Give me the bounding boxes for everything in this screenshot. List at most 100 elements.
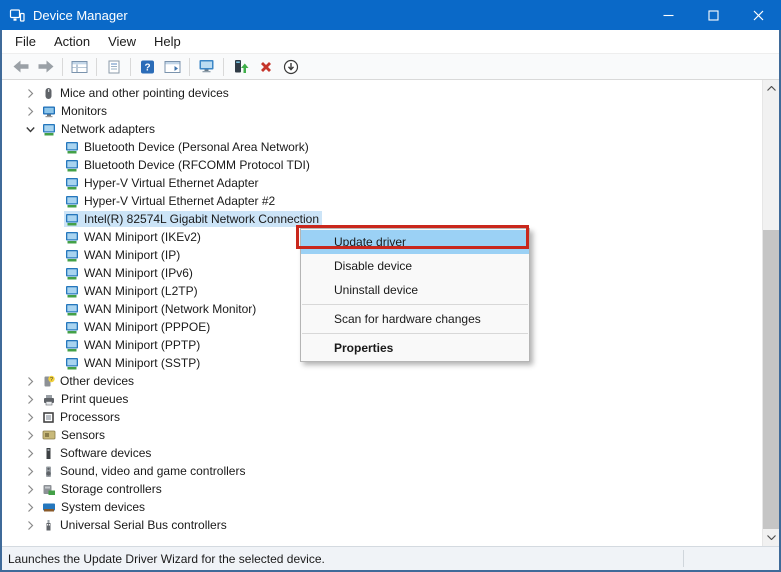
tree-item-content[interactable]: Hyper-V Virtual Ethernet Adapter	[64, 175, 262, 191]
scrollbar-thumb[interactable]	[763, 230, 779, 529]
tree-item-content[interactable]: Software devices	[41, 445, 154, 461]
menu-file[interactable]: File	[6, 31, 45, 52]
tree-item-content[interactable]: Universal Serial Bus controllers	[41, 517, 230, 533]
scan-hardware-button[interactable]	[278, 55, 303, 78]
network-adapter-icon	[65, 141, 79, 154]
tree-item-content[interactable]: Sound, video and game controllers	[41, 463, 248, 479]
forward-button[interactable]	[33, 55, 58, 78]
tree-item-content-selected[interactable]: Intel(R) 82574L Gigabit Network Connecti…	[64, 211, 323, 227]
scroll-up-icon	[766, 86, 776, 91]
remote-computer-button[interactable]	[194, 55, 219, 78]
tree-item[interactable]: Storage controllers	[2, 480, 762, 498]
tree-item-label: WAN Miniport (IPv6)	[84, 266, 193, 280]
context-menu-disable-device[interactable]: Disable device	[301, 254, 529, 278]
tree-item-content[interactable]: Print queues	[41, 391, 131, 407]
tree-item-content[interactable]: WAN Miniport (Network Monitor)	[64, 301, 259, 317]
tree-item-content[interactable]: WAN Miniport (L2TP)	[64, 283, 201, 299]
tree-item-content[interactable]: Monitors	[41, 103, 110, 119]
context-menu-scan-for-hardware-changes[interactable]: Scan for hardware changes	[301, 307, 529, 331]
network-adapter-icon	[42, 123, 56, 136]
menu-help[interactable]: Help	[145, 31, 190, 52]
tree-item-content[interactable]: ? Other devices	[41, 373, 137, 389]
update-driver-button[interactable]	[228, 55, 253, 78]
context-menu-uninstall-device[interactable]: Uninstall device	[301, 278, 529, 302]
action-pane-button[interactable]	[160, 55, 185, 78]
tree-item-content[interactable]: Hyper-V Virtual Ethernet Adapter #2	[64, 193, 278, 209]
help-button[interactable]: ?	[135, 55, 160, 78]
tree-item[interactable]: ? Other devices	[2, 372, 762, 390]
chevron-right-icon[interactable]	[26, 448, 41, 458]
properties-list-icon	[107, 60, 121, 74]
back-button[interactable]	[8, 55, 33, 78]
svg-text:?: ?	[50, 377, 53, 383]
menu-view[interactable]: View	[99, 31, 145, 52]
chevron-right-icon[interactable]	[26, 88, 41, 98]
tree-item-label: Bluetooth Device (Personal Area Network)	[84, 140, 309, 154]
chevron-right-icon[interactable]	[26, 466, 41, 476]
chevron-right-icon[interactable]	[26, 106, 41, 116]
chevron-right-icon[interactable]	[26, 520, 41, 530]
tree-item[interactable]: Sound, video and game controllers	[2, 462, 762, 480]
tree-item-content[interactable]: WAN Miniport (IP)	[64, 247, 183, 263]
context-menu: Update driver Disable device Uninstall dev…	[300, 228, 530, 362]
tree-item-content[interactable]: Mice and other pointing devices	[41, 85, 232, 101]
tree-item[interactable]: Sensors	[2, 426, 762, 444]
tree-item-content[interactable]: WAN Miniport (IKEv2)	[64, 229, 204, 245]
chevron-right-icon[interactable]	[26, 376, 41, 386]
tree-item-content[interactable]: Bluetooth Device (Personal Area Network)	[64, 139, 312, 155]
window-controls	[646, 0, 781, 30]
minimize-button[interactable]	[646, 0, 691, 30]
tree-item-content[interactable]: Processors	[41, 409, 123, 425]
tree-item[interactable]: Intel(R) 82574L Gigabit Network Connecti…	[2, 210, 762, 228]
vertical-scrollbar[interactable]	[762, 80, 779, 546]
tree-item[interactable]: Network adapters	[2, 120, 762, 138]
network-adapter-icon	[65, 357, 79, 370]
scroll-up-button[interactable]	[763, 80, 779, 97]
uninstall-device-button[interactable]	[253, 55, 278, 78]
properties-list-button[interactable]	[101, 55, 126, 78]
chevron-right-icon[interactable]	[26, 484, 41, 494]
sound-icon	[42, 465, 55, 478]
close-button[interactable]	[736, 0, 781, 30]
tree-item[interactable]: Universal Serial Bus controllers	[2, 516, 762, 534]
toolbar: ?	[2, 53, 779, 80]
tree-item-content[interactable]: WAN Miniport (SSTP)	[64, 355, 203, 371]
tree-item[interactable]: Mice and other pointing devices	[2, 84, 762, 102]
chevron-right-icon[interactable]	[26, 430, 41, 440]
tree-item[interactable]: Hyper-V Virtual Ethernet Adapter #2	[2, 192, 762, 210]
tree-item-label: Mice and other pointing devices	[60, 86, 229, 100]
tree-item[interactable]: Print queues	[2, 390, 762, 408]
tree-item-content[interactable]: Sensors	[41, 427, 108, 443]
chevron-right-icon[interactable]	[26, 394, 41, 404]
tree-item-label: WAN Miniport (Network Monitor)	[84, 302, 257, 316]
tree-item-content[interactable]: Bluetooth Device (RFCOMM Protocol TDI)	[64, 157, 313, 173]
tree-item-content[interactable]: WAN Miniport (PPPOE)	[64, 319, 213, 335]
tree-item[interactable]: Bluetooth Device (Personal Area Network)	[2, 138, 762, 156]
tree-item-content[interactable]: WAN Miniport (IPv6)	[64, 265, 196, 281]
chevron-down-icon[interactable]	[26, 125, 41, 134]
tree-item-content[interactable]: System devices	[41, 499, 148, 515]
printer-icon	[42, 393, 56, 406]
toolbar-separator	[96, 57, 97, 76]
tree-item[interactable]: Monitors	[2, 102, 762, 120]
chevron-right-icon[interactable]	[26, 412, 41, 422]
tree-item[interactable]: Hyper-V Virtual Ethernet Adapter	[2, 174, 762, 192]
tree-item-content[interactable]: Storage controllers	[41, 481, 165, 497]
tree-item-content[interactable]: Network adapters	[41, 121, 158, 137]
mouse-icon	[42, 87, 55, 100]
tree-item[interactable]: System devices	[2, 498, 762, 516]
tree-item-content[interactable]: WAN Miniport (PPTP)	[64, 337, 203, 353]
action-pane-icon	[164, 60, 181, 74]
scroll-down-button[interactable]	[763, 529, 779, 546]
menu-action[interactable]: Action	[45, 31, 99, 52]
toolbar-separator	[62, 57, 63, 76]
context-menu-properties[interactable]: Properties	[301, 336, 529, 360]
tree-item[interactable]: Processors	[2, 408, 762, 426]
maximize-button[interactable]	[691, 0, 736, 30]
tree-item[interactable]: Software devices	[2, 444, 762, 462]
console-tree-button[interactable]	[67, 55, 92, 78]
tree-item[interactable]: Bluetooth Device (RFCOMM Protocol TDI)	[2, 156, 762, 174]
chevron-right-icon[interactable]	[26, 502, 41, 512]
tree-item-label: WAN Miniport (PPPOE)	[84, 320, 211, 334]
context-menu-update-driver[interactable]: Update driver	[301, 230, 529, 254]
